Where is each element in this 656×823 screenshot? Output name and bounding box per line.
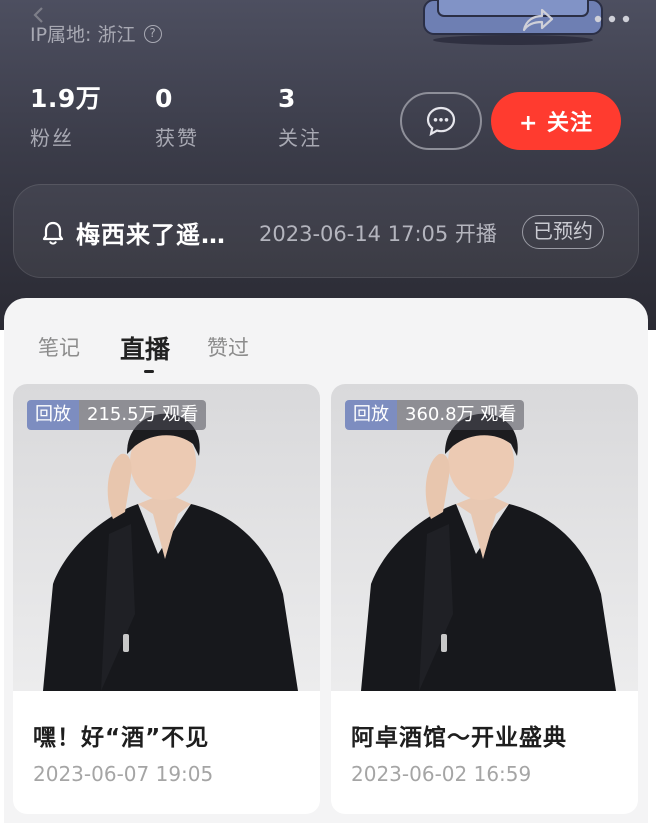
- card-title: 嘿！好“酒”不见: [33, 725, 210, 751]
- live-replay-card[interactable]: 回放 215.5万 观看 嘿！好“酒”不见 2023-06-07 19:05: [13, 384, 320, 814]
- stat-fans[interactable]: 1.9万 粉丝: [30, 84, 101, 151]
- tab-live[interactable]: 直播: [120, 330, 170, 366]
- profile-header: IP属地: 浙江 ? 1.9万 粉丝 0 获赞 3 关注 + 关注 梅西来了遥……: [0, 0, 656, 330]
- ip-location: IP属地: 浙江 ?: [30, 20, 162, 47]
- replay-label: 回放: [27, 400, 79, 430]
- video-cover: 回放 360.8万 观看: [331, 384, 638, 691]
- replay-tag: 回放 360.8万 观看: [345, 400, 525, 430]
- more-icon[interactable]: [592, 14, 632, 24]
- card-date: 2023-06-07 19:05: [33, 762, 214, 786]
- follow-button[interactable]: + 关注: [491, 92, 621, 150]
- stat-likes[interactable]: 0 获赞: [155, 84, 199, 151]
- person-photo: [43, 413, 298, 691]
- stat-fans-count: 1.9万: [30, 84, 102, 113]
- live-start-time: 2023-06-14 17:05 开播: [259, 222, 497, 246]
- share-icon[interactable]: [518, 4, 556, 38]
- stat-following-label: 关注: [278, 126, 322, 150]
- live-replay-card[interactable]: 回放 360.8万 观看 阿卓酒馆～开业盛典 2023-06-02 16:59: [331, 384, 638, 814]
- view-count: 215.5万 观看: [79, 400, 207, 430]
- reserved-badge[interactable]: 已预约: [522, 215, 604, 249]
- sofa-illustration: [423, 0, 603, 45]
- stat-likes-count: 0: [155, 84, 173, 113]
- stat-following[interactable]: 3 关注: [278, 84, 322, 151]
- stat-likes-label: 获赞: [155, 126, 199, 150]
- live-reservation-banner[interactable]: 梅西来了遥… 2023-06-14 17:05 开播 已预约: [13, 184, 639, 278]
- tab-liked[interactable]: 赞过: [207, 332, 249, 362]
- bell-icon: [42, 221, 64, 245]
- replay-label: 回放: [345, 400, 397, 430]
- live-title: 梅西来了遥…: [76, 221, 226, 249]
- ip-location-text: IP属地: 浙江: [30, 24, 136, 46]
- message-button[interactable]: [400, 92, 482, 150]
- replay-tag: 回放 215.5万 观看: [27, 400, 207, 430]
- person-photo: [361, 413, 616, 691]
- view-count: 360.8万 观看: [397, 400, 525, 430]
- video-cover: 回放 215.5万 观看: [13, 384, 320, 691]
- card-title: 阿卓酒馆～开业盛典: [351, 725, 567, 751]
- tab-active-indicator: [144, 370, 154, 373]
- help-icon[interactable]: ?: [143, 24, 162, 43]
- content-sheet: 笔记 直播 赞过 回放 215.5万 观看 嘿！好“酒”不见 2023-06-0…: [4, 298, 648, 823]
- chat-bubble-icon: [426, 106, 456, 137]
- card-date: 2023-06-02 16:59: [351, 762, 532, 786]
- stat-following-count: 3: [278, 84, 296, 113]
- tab-notes[interactable]: 笔记: [38, 332, 80, 362]
- stat-fans-label: 粉丝: [30, 126, 74, 150]
